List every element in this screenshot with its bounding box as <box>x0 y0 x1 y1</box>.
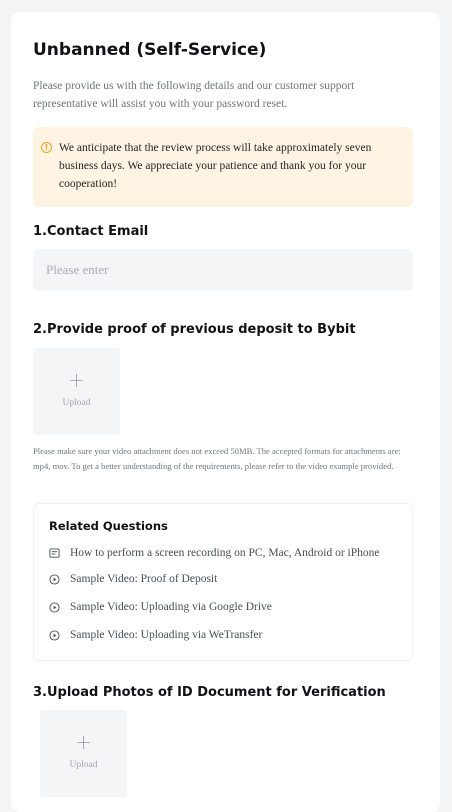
related-item-label: Sample Video: Uploading via Google Drive <box>70 601 272 613</box>
deposit-proof-heading: 2.Provide proof of previous deposit to B… <box>33 322 356 337</box>
related-item-label: Sample Video: Proof of Deposit <box>70 573 218 585</box>
play-circle-icon <box>49 573 60 585</box>
intro-text: Please provide us with the following det… <box>33 80 355 110</box>
contact-email-input[interactable] <box>33 249 413 291</box>
play-circle-icon <box>49 629 60 641</box>
page-title: Unbanned (Self-Service) <box>33 40 267 60</box>
info-circle-icon: ! <box>41 142 52 153</box>
contact-email-heading: 1.Contact Email <box>33 224 149 239</box>
deposit-upload-button[interactable]: + Upload <box>33 348 120 435</box>
id-document-upload-button[interactable]: + Upload <box>40 710 127 797</box>
related-item-wetransfer[interactable]: Sample Video: Uploading via WeTransfer <box>49 626 404 644</box>
notice-text: We anticipate that the review process wi… <box>59 142 372 190</box>
attachment-note: Please make sure your video attachment d… <box>33 446 401 471</box>
related-item-label: Sample Video: Uploading via WeTransfer <box>70 629 263 641</box>
play-circle-icon <box>49 601 60 613</box>
id-document-heading: 3.Upload Photos of ID Document for Verif… <box>33 685 386 700</box>
article-icon <box>49 547 60 558</box>
related-questions-panel: Related Questions How to perform a scree… <box>33 503 413 661</box>
related-item-label: How to perform a screen recording on PC,… <box>70 547 380 559</box>
related-item-screen-recording[interactable]: How to perform a screen recording on PC,… <box>49 544 404 562</box>
related-item-google-drive[interactable]: Sample Video: Uploading via Google Drive <box>49 598 404 616</box>
plus-icon: + <box>68 368 85 392</box>
related-questions-title: Related Questions <box>49 519 168 533</box>
related-item-proof-of-deposit[interactable]: Sample Video: Proof of Deposit <box>49 570 404 588</box>
review-notice: ! We anticipate that the review process … <box>33 127 413 207</box>
upload-label: Upload <box>69 760 98 770</box>
upload-label: Upload <box>62 398 91 408</box>
plus-icon: + <box>75 730 92 754</box>
